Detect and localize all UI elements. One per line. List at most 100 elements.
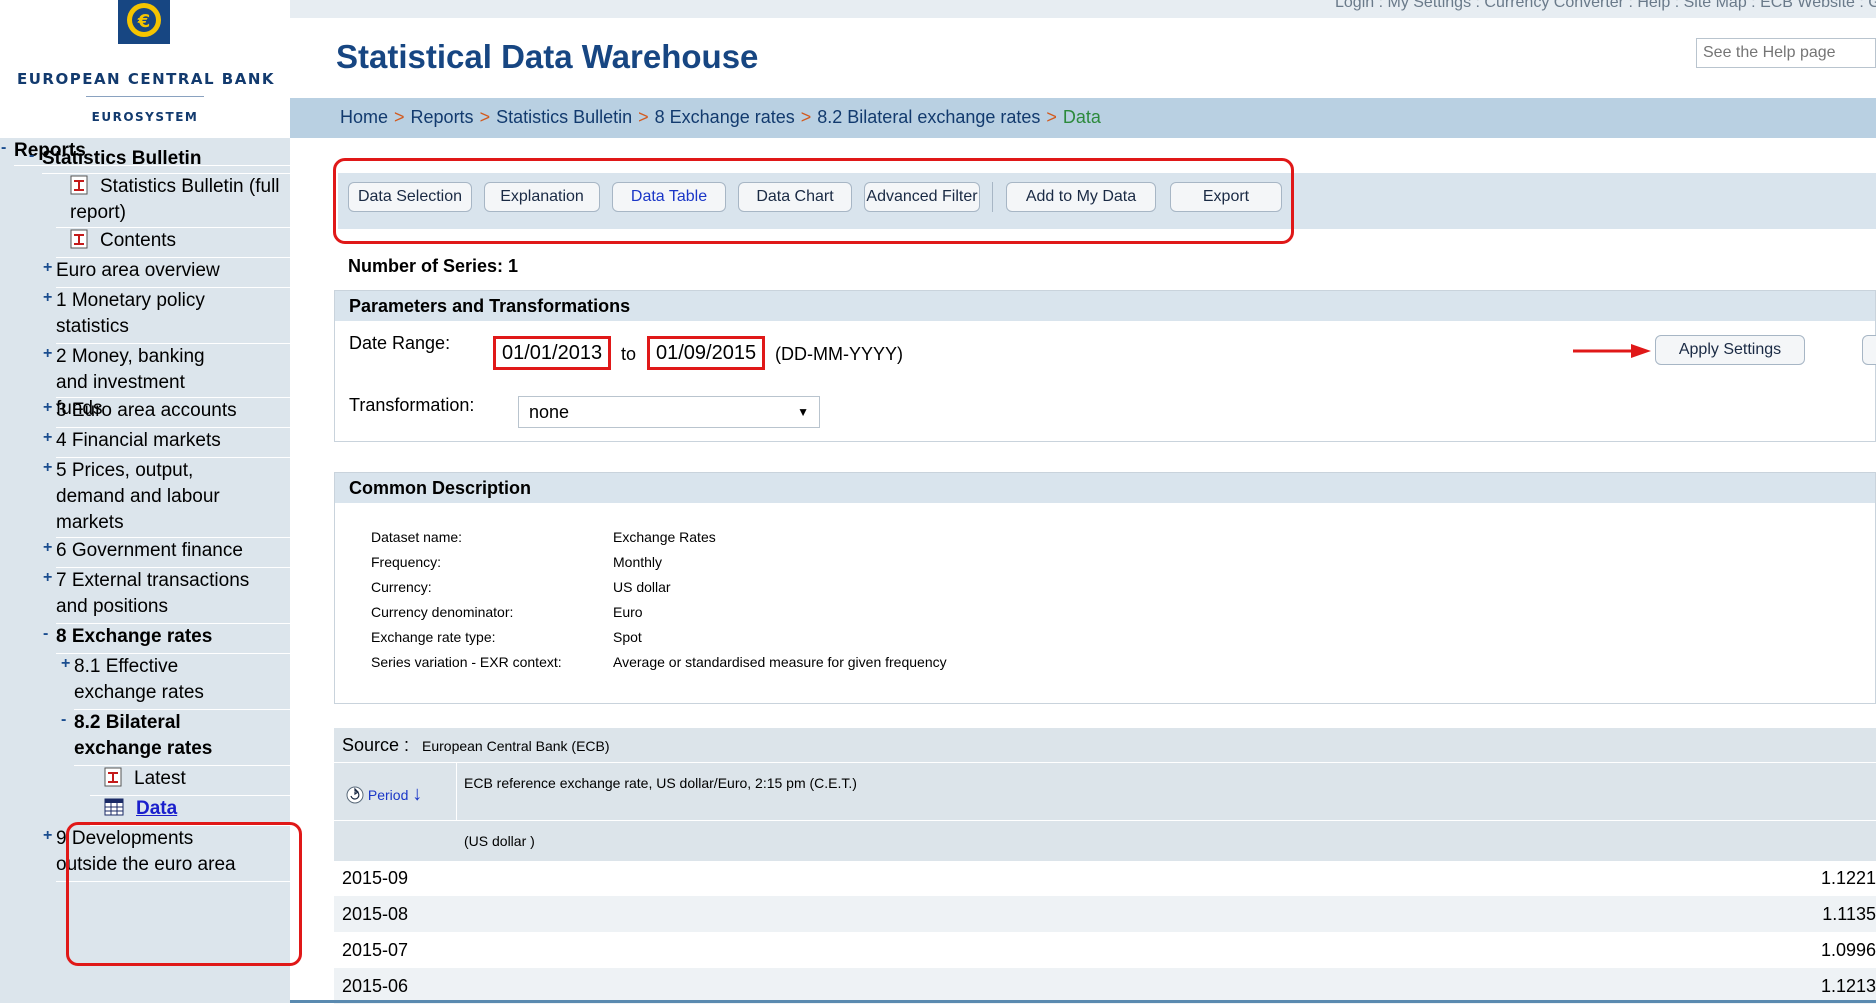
- sidebar-item-label: Statistics Bulletin (full report): [70, 176, 280, 223]
- apply-settings-button[interactable]: Apply Settings: [1655, 335, 1805, 365]
- expand-icon[interactable]: +: [43, 395, 52, 421]
- expand-icon[interactable]: +: [43, 535, 52, 561]
- sidebar-item-label: Contents: [100, 230, 177, 251]
- description-value: Euro: [613, 604, 643, 620]
- sidebar-item-label[interactable]: Data: [136, 798, 177, 819]
- date-to-input[interactable]: 01/09/2015: [647, 336, 765, 370]
- expand-icon[interactable]: +: [43, 341, 52, 367]
- date-format-hint: (DD-MM-YYYY): [775, 344, 903, 364]
- sidebar-item-contents[interactable]: Contents: [56, 228, 290, 258]
- expand-icon[interactable]: +: [43, 455, 52, 481]
- expand-icon[interactable]: +: [43, 285, 52, 311]
- source-value: European Central Bank (ECB): [422, 738, 610, 754]
- period-cell: 2015-07: [342, 940, 409, 960]
- sidebar-item-label: 8 Exchange rates: [56, 626, 213, 647]
- period-sort-link[interactable]: Period ↓: [346, 783, 422, 806]
- pdf-icon: [70, 229, 88, 249]
- parameters-heading: Parameters and Transformations: [335, 291, 1875, 321]
- period-cell: 2015-08: [342, 904, 409, 924]
- period-cell: 2015-09: [342, 868, 409, 888]
- collapse-icon[interactable]: -: [61, 707, 66, 733]
- sidebar-item-euro-area-overview[interactable]: + Euro area overview: [43, 258, 290, 288]
- breadcrumb-reports[interactable]: Reports: [411, 107, 474, 127]
- reset-button[interactable]: [1862, 335, 1876, 365]
- collapse-icon[interactable]: -: [1, 138, 6, 161]
- breadcrumb-separator: >: [479, 107, 491, 127]
- top-links[interactable]: Login : My Settings : Currency Converter…: [1335, 0, 1876, 12]
- breadcrumb-separator: >: [638, 107, 649, 127]
- sidebar-item-euro-area-accounts[interactable]: + 3 Euro area accounts: [43, 398, 290, 428]
- table-row: 2015-07 1.0996: [334, 932, 1876, 968]
- breadcrumb-bilateral-exchange-rates[interactable]: 8.2 Bilateral exchange rates: [817, 107, 1040, 127]
- period-cell: 2015-06: [342, 976, 409, 996]
- logo-title: EUROPEAN CENTRAL BANK: [16, 70, 276, 88]
- collapse-icon[interactable]: -: [43, 621, 48, 647]
- sidebar-item-statistics-bulletin[interactable]: - Statistics Bulletin: [29, 146, 290, 174]
- sidebar-item-full-report[interactable]: Statistics Bulletin (full report): [56, 174, 290, 228]
- pdf-icon: [104, 767, 122, 787]
- description-panel: Common Description Dataset name: Exchang…: [334, 472, 1876, 704]
- parameters-panel: Parameters and Transformations Date Rang…: [334, 290, 1876, 442]
- sidebar-item-prices-output[interactable]: + 5 Prices, output, demand and labour ma…: [43, 458, 290, 538]
- transformation-select[interactable]: none ▼: [518, 396, 820, 428]
- table-row: 2015-08 1.1135: [334, 896, 1876, 932]
- sidebar-item-label: 8.2 Bilateral exchange rates: [74, 712, 213, 759]
- description-key: Series variation - EXR context:: [371, 654, 562, 670]
- date-range-label: Date Range:: [349, 333, 451, 353]
- sidebar-item-external-transactions[interactable]: + 7 External transactions and positions: [43, 568, 290, 624]
- breadcrumb: Home > Reports > Statistics Bulletin >8 Excha…: [290, 98, 1876, 138]
- sidebar-item-government-finance[interactable]: + 6 Government finance: [43, 538, 290, 568]
- sidebar-item-label: 3 Euro area accounts: [56, 400, 237, 421]
- sidebar-item-latest[interactable]: Latest: [90, 766, 290, 796]
- expand-icon[interactable]: +: [43, 255, 52, 281]
- description-value: Spot: [613, 629, 642, 645]
- value-cell: 1.1135: [1822, 904, 1876, 924]
- sidebar-item-monetary-policy[interactable]: + 1 Monetary policy statistics: [43, 288, 290, 344]
- breadcrumb-exchange-rates[interactable]: 8 Exchange rates: [655, 107, 795, 127]
- sidebar-item-label: 1 Monetary policy statistics: [56, 290, 205, 337]
- description-heading: Common Description: [335, 473, 1875, 503]
- breadcrumb-statistics-bulletin[interactable]: Statistics Bulletin: [496, 107, 632, 127]
- breadcrumb-separator: >: [800, 107, 812, 127]
- sidebar-item-label: Euro area overview: [56, 260, 220, 281]
- search-input[interactable]: [1696, 38, 1876, 68]
- table-row: 2015-09 1.1221: [334, 860, 1876, 896]
- sidebar-item-financial-markets[interactable]: + 4 Financial markets: [43, 428, 290, 458]
- sidebar-item-money-banking[interactable]: + 2 Money, banking and investment funds: [43, 344, 290, 419]
- unit-row: (US dollar ): [334, 820, 1876, 861]
- table-icon: [104, 798, 124, 816]
- source-row: Source : European Central Bank (ECB): [334, 728, 1876, 762]
- table-row: 2015-06 1.1213: [334, 968, 1876, 1004]
- sidebar-item-bilateral-exchange-rates[interactable]: - 8.2 Bilateral exchange rates: [61, 710, 290, 766]
- expand-icon[interactable]: +: [61, 651, 70, 677]
- expand-icon[interactable]: +: [43, 565, 52, 591]
- table-header: Period ↓ ECB reference exchange rate, US…: [334, 762, 1876, 863]
- sort-arrow-icon[interactable]: ↓: [412, 783, 422, 805]
- description-value: Exchange Rates: [613, 529, 716, 545]
- breadcrumb-home[interactable]: Home: [340, 107, 388, 127]
- sidebar-item-label: 7 External transactions and positions: [56, 570, 250, 617]
- annotation-highlight-sidebar: [66, 822, 302, 966]
- sidebar-item-label: 8.1 Effective exchange rates: [74, 656, 204, 703]
- date-from-input[interactable]: 01/01/2013: [493, 336, 611, 370]
- header: Statistical Data Warehouse: [290, 18, 1876, 98]
- chevron-down-icon: ▼: [797, 405, 809, 419]
- collapse-icon[interactable]: -: [29, 143, 34, 169]
- sidebar-item-effective-exchange-rates[interactable]: + 8.1 Effective exchange rates: [61, 654, 290, 710]
- expand-icon[interactable]: +: [43, 425, 52, 451]
- breadcrumb-current: Data: [1062, 107, 1101, 127]
- expand-icon[interactable]: +: [43, 823, 52, 849]
- breadcrumb-separator: >: [1046, 107, 1057, 127]
- sidebar-item-exchange-rates[interactable]: - 8 Exchange rates: [43, 624, 290, 654]
- period-header[interactable]: Period: [368, 787, 408, 803]
- description-key: Dataset name:: [371, 529, 463, 545]
- description-value: Average or standardised measure for give…: [613, 654, 947, 670]
- refresh-icon[interactable]: [346, 786, 364, 804]
- sidebar-item-label: 6 Government finance: [56, 540, 243, 561]
- description-key: Frequency:: [371, 554, 442, 570]
- value-cell: 1.1221: [1820, 868, 1876, 888]
- description-key: Currency:: [371, 579, 432, 595]
- value-cell: 1.1213: [1820, 976, 1876, 996]
- transformation-label: Transformation:: [349, 395, 475, 415]
- description-key: Exchange rate type:: [371, 629, 496, 645]
